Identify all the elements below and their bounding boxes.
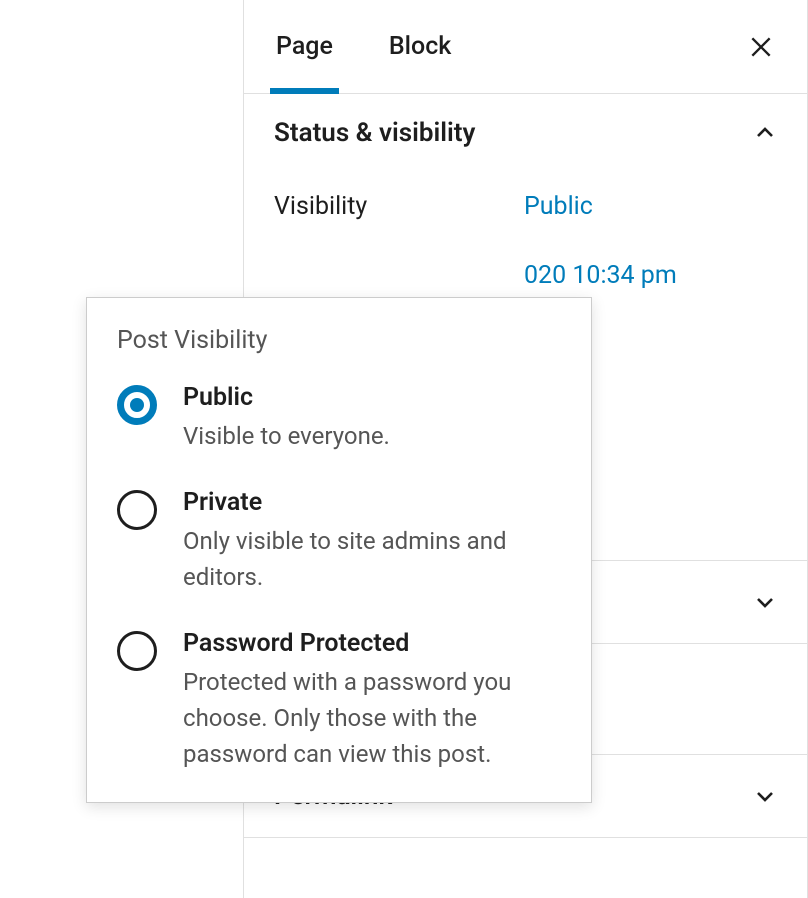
radio-password-desc: Protected with a password you choose. On… [183,664,561,772]
panel-status-header[interactable]: Status & visibility [244,94,807,172]
radio-public-desc: Visible to everyone. [183,418,561,454]
visibility-option-password[interactable]: Password Protected Protected with a pass… [117,629,561,772]
publish-value-link[interactable]: 020 10:34 pm [524,261,677,290]
radio-private-text: Private Only visible to site admins and … [183,488,561,595]
chevron-down-icon [753,590,777,614]
radio-public[interactable] [117,385,157,425]
tab-block[interactable]: Block [385,0,455,93]
radio-private[interactable] [117,490,157,530]
visibility-row: Visibility Public [274,192,777,221]
visibility-value-link[interactable]: Public [524,192,593,221]
close-sidebar-button[interactable] [743,29,779,65]
publish-row: 020 10:34 pm [274,261,777,290]
sidebar-tabs: Page Block [244,0,807,94]
tab-page[interactable]: Page [272,0,337,93]
visibility-label: Visibility [274,192,524,221]
radio-password-text: Password Protected Protected with a pass… [183,629,561,772]
chevron-down-icon [753,784,777,808]
visibility-option-public[interactable]: Public Visible to everyone. [117,383,561,454]
post-visibility-popover: Post Visibility Public Visible to everyo… [86,297,592,803]
radio-private-label: Private [183,488,561,517]
close-icon [748,34,774,60]
panel-status-title: Status & visibility [274,118,475,148]
chevron-up-icon [753,121,777,145]
radio-password[interactable] [117,631,157,671]
radio-public-label: Public [183,383,561,412]
tab-block-label: Block [389,32,451,61]
visibility-option-private[interactable]: Private Only visible to site admins and … [117,488,561,595]
tab-page-label: Page [276,32,333,61]
radio-private-desc: Only visible to site admins and editors. [183,523,561,595]
popover-title: Post Visibility [117,326,561,355]
radio-public-text: Public Visible to everyone. [183,383,561,454]
radio-password-label: Password Protected [183,629,561,658]
